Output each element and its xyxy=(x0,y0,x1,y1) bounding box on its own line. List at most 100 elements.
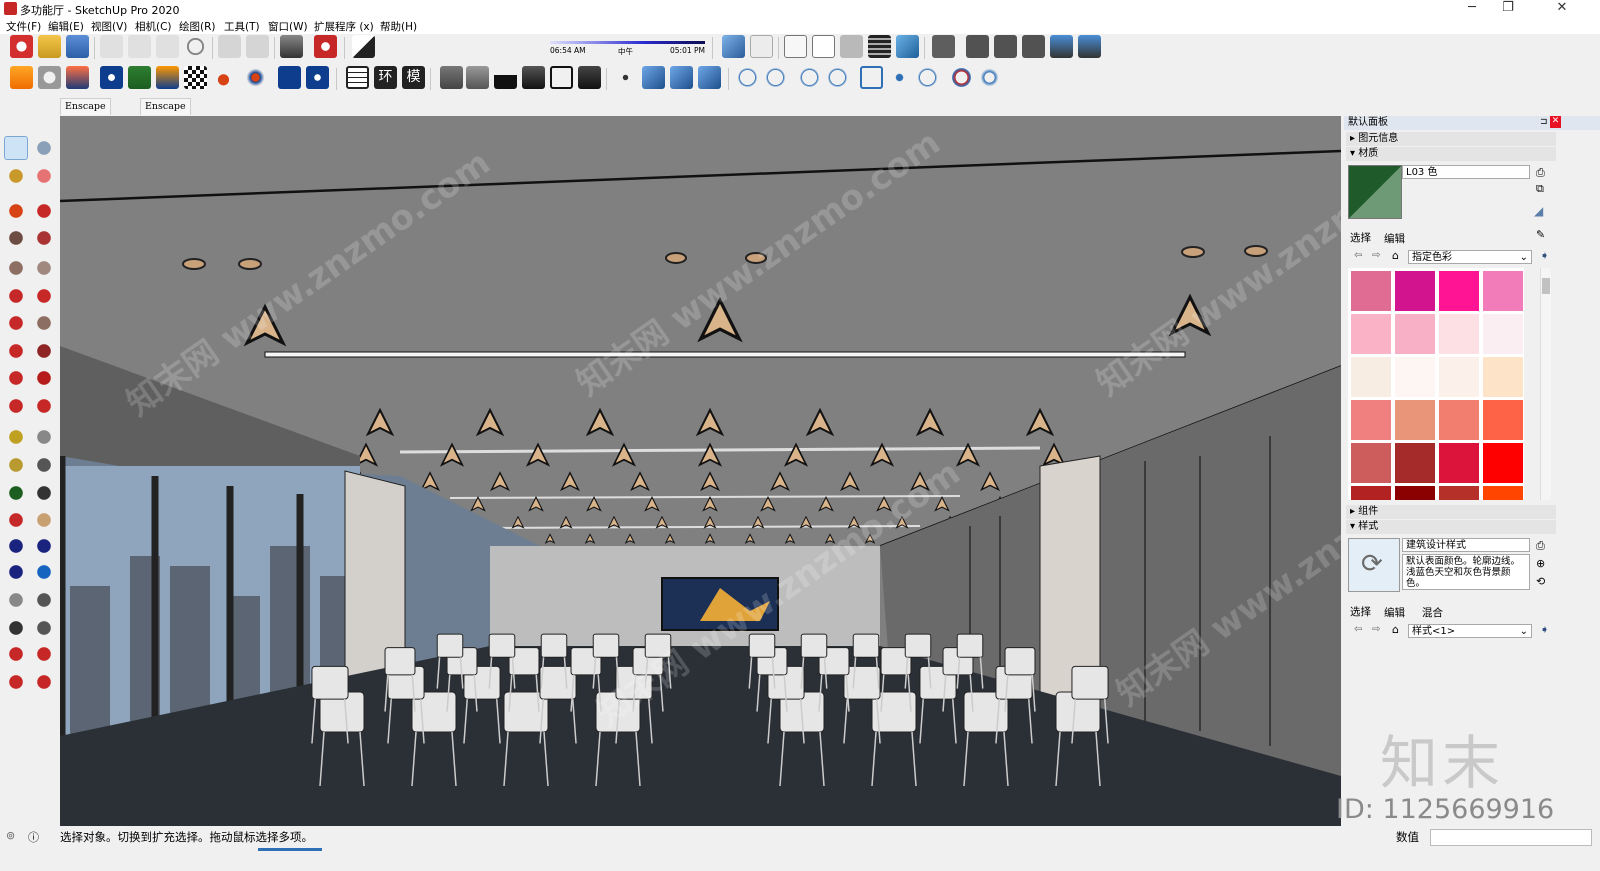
component-icon[interactable] xyxy=(32,136,56,160)
warehouse-icon[interactable] xyxy=(4,642,28,666)
paint-bucket-icon[interactable] xyxy=(4,164,28,188)
cloud-search-icon[interactable] xyxy=(764,66,787,89)
material-swatch[interactable] xyxy=(1439,400,1479,440)
material-swatch[interactable] xyxy=(1439,486,1479,500)
material-swatch[interactable] xyxy=(1351,443,1391,483)
style-collection-select[interactable]: 样式<1> ⌄ xyxy=(1408,624,1532,638)
extension-warehouse-icon[interactable] xyxy=(32,642,56,666)
cut-icon[interactable] xyxy=(100,35,123,58)
update-style-icon[interactable]: ⊕ xyxy=(1536,557,1545,570)
extension-manager-icon[interactable] xyxy=(32,670,56,694)
wireframe-style-icon[interactable] xyxy=(812,35,835,58)
close-button[interactable]: ✕ xyxy=(1544,0,1580,18)
eraser-icon[interactable] xyxy=(32,164,56,188)
protractor-icon[interactable] xyxy=(4,453,28,477)
menu-camera[interactable]: 相机(C) xyxy=(135,19,172,34)
table-icon[interactable] xyxy=(346,66,369,89)
model-viewport[interactable]: 知末网 www.znzmo.com 知末网 www.znzmo.com 知末网 … xyxy=(60,116,1341,826)
style-description[interactable]: 默认表面颜色。轮廓边线。浅蓝色天空和灰色背景颜色。 xyxy=(1402,554,1530,590)
minimize-button[interactable]: ─ xyxy=(1454,0,1490,18)
add-asset-icon[interactable] xyxy=(100,66,123,89)
material-swatch[interactable] xyxy=(1483,357,1523,397)
material-swatch[interactable] xyxy=(1395,357,1435,397)
building-icon[interactable] xyxy=(522,66,545,89)
live-update-icon[interactable] xyxy=(38,66,61,89)
paste-icon[interactable] xyxy=(156,35,179,58)
material-swatch[interactable] xyxy=(1395,486,1435,500)
hidden-line-style-icon[interactable] xyxy=(840,35,863,58)
pin-icon[interactable]: ⊐ xyxy=(1540,117,1548,127)
material-swatch[interactable] xyxy=(1395,443,1435,483)
store-icon[interactable] xyxy=(578,66,601,89)
arc-icon[interactable] xyxy=(4,284,28,308)
plugin-icon-1[interactable] xyxy=(950,66,973,89)
freehand-icon[interactable] xyxy=(32,199,56,223)
push-pull-icon[interactable] xyxy=(32,339,56,363)
pan-icon[interactable] xyxy=(32,508,56,532)
textured-style-icon[interactable] xyxy=(896,35,919,58)
scene-tab-1[interactable]: Enscape 场景 1 xyxy=(60,98,111,128)
asset-library-icon[interactable] xyxy=(128,66,151,89)
styles-edit-tab[interactable]: 编辑 xyxy=(1384,605,1405,620)
layer-tool-icon-6[interactable] xyxy=(1078,35,1101,58)
shaded-style-icon[interactable] xyxy=(868,35,891,58)
material-swatch[interactable] xyxy=(1439,314,1479,354)
solid-icon-2[interactable] xyxy=(670,66,693,89)
material-library-select[interactable]: 指定色彩 ⌄ xyxy=(1408,250,1532,264)
model-button[interactable]: 模 xyxy=(402,66,425,89)
env-button[interactable]: 环 xyxy=(374,66,397,89)
geo-location-icon[interactable]: ⊚ xyxy=(6,829,15,842)
material-swatch[interactable] xyxy=(1439,357,1479,397)
new-model-icon[interactable] xyxy=(10,35,33,58)
offset-icon[interactable] xyxy=(32,394,56,418)
text-icon[interactable] xyxy=(32,453,56,477)
walk-icon[interactable] xyxy=(4,616,28,640)
details-arrow-icon[interactable]: ➧ xyxy=(1540,249,1549,262)
rotate-icon[interactable] xyxy=(4,366,28,390)
redo-icon[interactable] xyxy=(246,35,269,58)
material-detail-icon[interactable]: ⎙ xyxy=(1536,166,1545,180)
material-swatch[interactable] xyxy=(1483,400,1523,440)
scale-icon[interactable] xyxy=(4,394,28,418)
home-outline-icon[interactable] xyxy=(550,66,573,89)
zoom-extents-icon[interactable] xyxy=(4,560,28,584)
material-swatch[interactable] xyxy=(1439,443,1479,483)
menu-view[interactable]: 视图(V) xyxy=(91,19,127,34)
previous-view-icon[interactable] xyxy=(32,560,56,584)
3d-text-icon[interactable] xyxy=(32,481,56,505)
open-folder-icon[interactable] xyxy=(38,35,61,58)
follow-me-icon[interactable] xyxy=(32,366,56,390)
orbit-icon[interactable] xyxy=(4,508,28,532)
material-swatch[interactable] xyxy=(1483,271,1523,311)
menu-file[interactable]: 文件(F) xyxy=(6,19,41,34)
plugin-icon-2[interactable] xyxy=(978,66,1001,89)
layer-tool-icon-4[interactable] xyxy=(1022,35,1045,58)
style-details-arrow-icon[interactable]: ➧ xyxy=(1540,623,1549,636)
position-camera-icon[interactable] xyxy=(4,588,28,612)
material-swatch[interactable] xyxy=(1351,400,1391,440)
enscape-start-icon[interactable] xyxy=(10,66,33,89)
layer-tool-icon-2[interactable] xyxy=(966,35,989,58)
info-icon[interactable] xyxy=(306,66,329,89)
share-model-icon[interactable] xyxy=(466,66,489,89)
sample-paint-icon[interactable]: ✎ xyxy=(1536,228,1545,241)
iso-view-icon[interactable] xyxy=(722,35,745,58)
dimension-icon[interactable] xyxy=(32,425,56,449)
styles-select-tab[interactable]: 选择 xyxy=(1350,604,1371,619)
layer-tool-icon-3[interactable] xyxy=(994,35,1017,58)
style-forward-icon[interactable]: ⇨ xyxy=(1372,624,1380,635)
section-plane-icon[interactable] xyxy=(32,616,56,640)
select-icon[interactable] xyxy=(4,136,28,160)
model-info-icon[interactable] xyxy=(314,35,337,58)
menu-tools[interactable]: 工具(T) xyxy=(224,19,260,34)
tray-close-icon[interactable]: ✕ xyxy=(1550,116,1561,128)
material-swatch[interactable] xyxy=(1439,271,1479,311)
tape-measure-icon[interactable] xyxy=(4,425,28,449)
look-around-icon[interactable] xyxy=(32,588,56,612)
material-swatch[interactable] xyxy=(1483,443,1523,483)
materials-edit-tab[interactable]: 编辑 xyxy=(1384,231,1405,246)
general-settings-icon[interactable] xyxy=(244,66,267,89)
entity-info-section[interactable]: ▸ 图元信息 xyxy=(1346,132,1556,146)
material-swatch[interactable] xyxy=(1395,400,1435,440)
material-swatch[interactable] xyxy=(1483,314,1523,354)
